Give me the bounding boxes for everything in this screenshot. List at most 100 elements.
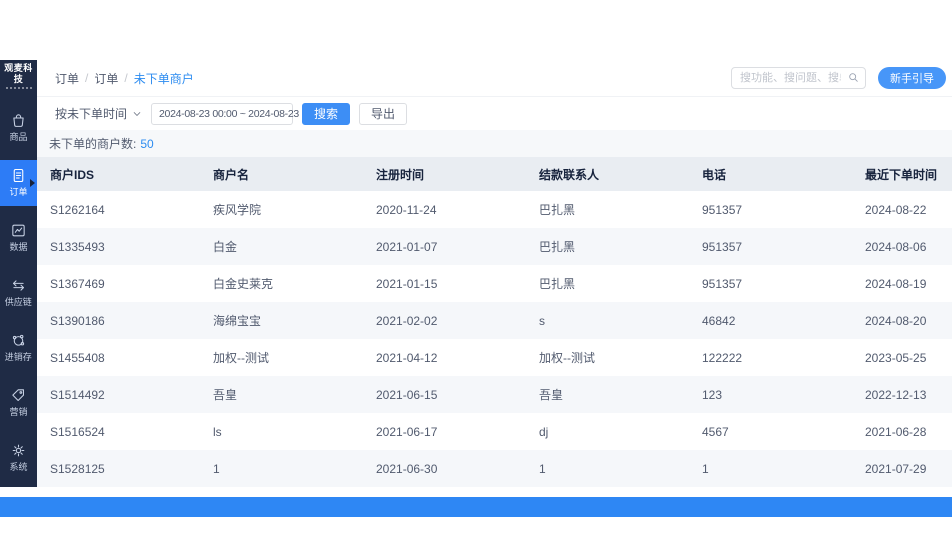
cell-merchant-id: S1455408 xyxy=(50,350,105,365)
cell-last-order-time: 2024-08-20 xyxy=(865,313,927,328)
column-header-merchant-name: 商户名 xyxy=(213,167,250,182)
sidebar-item-label: 系统 xyxy=(9,462,28,473)
sidebar-item-label: 商品 xyxy=(9,132,28,143)
cell-phone: 951357 xyxy=(702,239,743,254)
cell-register-time: 2021-01-07 xyxy=(376,239,438,254)
brand-logo-subtext xyxy=(5,87,32,89)
cell-last-order-time: 2023-05-25 xyxy=(865,350,927,365)
cell-settlement-contact: 巴扎黑 xyxy=(539,203,576,217)
table-row: S1528125 1 2021-06-30 1 1 2021-07-29 xyxy=(37,450,952,487)
cell-register-time: 2021-06-17 xyxy=(376,424,438,439)
cell-last-order-time: 2022-12-13 xyxy=(865,387,927,402)
date-range-input[interactable]: 2024-08-23 00:00 ~ 2024-08-23 24:00 xyxy=(151,102,337,125)
table-row: S1514492 吾皇 2021-06-15 吾皇 123 2022-12-13 xyxy=(37,376,952,413)
sidebar-item-orders[interactable]: 订单 xyxy=(0,160,37,206)
summary-count: 50 xyxy=(140,136,154,151)
global-search-input[interactable] xyxy=(731,67,866,89)
column-header-merchant-id: 商户IDS xyxy=(50,167,95,182)
data-chart-icon xyxy=(10,222,27,239)
sidebar-item-label: 订单 xyxy=(9,187,28,198)
cell-last-order-time: 2021-07-29 xyxy=(865,461,927,476)
breadcrumb: 订单 / 订单 / 未下单商户 xyxy=(55,70,194,87)
cell-register-time: 2021-01-15 xyxy=(376,276,438,291)
table-row: S1335493 白金 2021-01-07 巴扎黑 951357 2024-0… xyxy=(37,228,952,265)
sidebar-item-label: 数据 xyxy=(9,242,28,253)
breadcrumb-item-orders[interactable]: 订单 xyxy=(55,70,79,87)
cell-phone: 951357 xyxy=(702,202,743,217)
breadcrumb-item-orders-sub[interactable]: 订单 xyxy=(94,70,118,87)
sidebar-item-label: 进销存 xyxy=(4,352,33,363)
cell-settlement-contact: 吾皇 xyxy=(539,388,564,402)
order-document-icon xyxy=(10,167,27,184)
sidebar-item-label: 营销 xyxy=(9,407,28,418)
search-icon[interactable] xyxy=(847,71,860,84)
marketing-tag-icon xyxy=(10,387,27,404)
search-button[interactable]: 搜索 xyxy=(302,102,351,125)
table-row: S1262164 疾风学院 2020-11-24 巴扎黑 951357 2024… xyxy=(37,191,952,228)
cell-merchant-name: 白金史莱克 xyxy=(213,277,274,291)
supply-chain-arrows-icon xyxy=(10,277,27,294)
goods-bag-icon xyxy=(10,112,27,129)
table-row: S1455408 加权--测试 2021-04-12 加权--测试 122222… xyxy=(37,339,952,376)
cell-settlement-contact: 加权--测试 xyxy=(539,351,595,365)
chevron-down-icon xyxy=(132,109,142,119)
filter-bar: 按未下单时间 2024-08-23 00:00 ~ 2024-08-23 24:… xyxy=(37,97,952,130)
cell-merchant-name: 疾风学院 xyxy=(213,203,262,217)
newbie-guide-button[interactable]: 新手引导 xyxy=(878,67,946,89)
app-window: 观麦科技 商品 订单 数据 供应链 进销存 营销 系统 订单 / 订单 / 未下… xyxy=(0,60,952,487)
cell-last-order-time: 2024-08-06 xyxy=(865,239,927,254)
cell-merchant-name: 海绵宝宝 xyxy=(213,314,262,328)
cell-register-time: 2020-11-24 xyxy=(376,202,437,217)
sidebar: 观麦科技 商品 订单 数据 供应链 进销存 营销 系统 xyxy=(0,60,37,487)
cell-phone: 951357 xyxy=(702,276,743,291)
cell-merchant-id: S1335493 xyxy=(50,239,105,254)
cell-phone: 123 xyxy=(702,387,723,402)
cell-settlement-contact: 巴扎黑 xyxy=(539,240,576,254)
column-header-phone: 电话 xyxy=(702,167,727,182)
cell-phone: 1 xyxy=(702,461,709,476)
global-search xyxy=(731,67,866,89)
table-row: S1367469 白金史莱克 2021-01-15 巴扎黑 951357 202… xyxy=(37,265,952,302)
cell-merchant-name: 加权--测试 xyxy=(213,351,269,365)
table-row: S1390186 海绵宝宝 2021-02-02 s 46842 2024-08… xyxy=(37,302,952,339)
sidebar-item-inventory[interactable]: 进销存 xyxy=(0,325,37,371)
sidebar-item-supply-chain[interactable]: 供应链 xyxy=(0,270,37,316)
summary-label: 未下单的商户数: xyxy=(49,137,137,151)
cell-merchant-id: S1514492 xyxy=(50,387,105,402)
cell-register-time: 2021-06-15 xyxy=(376,387,438,402)
cell-last-order-time: 2024-08-19 xyxy=(865,276,927,291)
cell-merchant-id: S1516524 xyxy=(50,424,105,439)
cell-merchant-name: 1 xyxy=(213,461,220,476)
breadcrumb-separator: / xyxy=(85,71,89,85)
cell-merchant-name: ls xyxy=(213,424,222,439)
cell-phone: 4567 xyxy=(702,424,729,439)
brand-logo: 观麦科技 xyxy=(0,63,37,89)
cell-last-order-time: 2024-08-22 xyxy=(865,202,927,217)
cell-register-time: 2021-04-12 xyxy=(376,350,438,365)
sidebar-item-marketing[interactable]: 营销 xyxy=(0,380,37,426)
cell-phone: 46842 xyxy=(702,313,736,328)
breadcrumb-item-current[interactable]: 未下单商户 xyxy=(134,70,194,87)
sidebar-item-goods[interactable]: 商品 xyxy=(0,105,37,151)
cell-register-time: 2021-06-30 xyxy=(376,461,438,476)
brand-logo-text: 观麦科技 xyxy=(4,63,33,84)
inventory-network-icon xyxy=(10,332,27,349)
cell-settlement-contact: s xyxy=(539,313,545,328)
export-button[interactable]: 导出 xyxy=(359,102,408,125)
sidebar-item-system[interactable]: 系统 xyxy=(0,435,37,481)
bottom-bar xyxy=(0,497,952,517)
main-content: 订单 / 订单 / 未下单商户 新手引导 按未下单时间 xyxy=(37,60,952,487)
time-type-select[interactable]: 按未下单时间 xyxy=(55,105,142,122)
cell-merchant-id: S1262164 xyxy=(50,202,105,217)
system-gear-icon xyxy=(10,442,27,459)
cell-merchant-id: S1367469 xyxy=(50,276,105,291)
table-row: S1516524 ls 2021-06-17 dj 4567 2021-06-2… xyxy=(37,413,952,450)
sidebar-item-data[interactable]: 数据 xyxy=(0,215,37,261)
breadcrumb-separator: / xyxy=(124,71,128,85)
cell-merchant-name: 白金 xyxy=(213,240,238,254)
cell-last-order-time: 2021-06-28 xyxy=(865,424,927,439)
top-bar: 订单 / 订单 / 未下单商户 新手引导 xyxy=(37,60,952,97)
cell-settlement-contact: dj xyxy=(539,424,549,439)
column-header-settlement-contact: 结款联系人 xyxy=(539,167,600,182)
table-header: 商户IDS 商户名 注册时间 结款联系人 电话 最近下单时间 xyxy=(37,157,952,191)
